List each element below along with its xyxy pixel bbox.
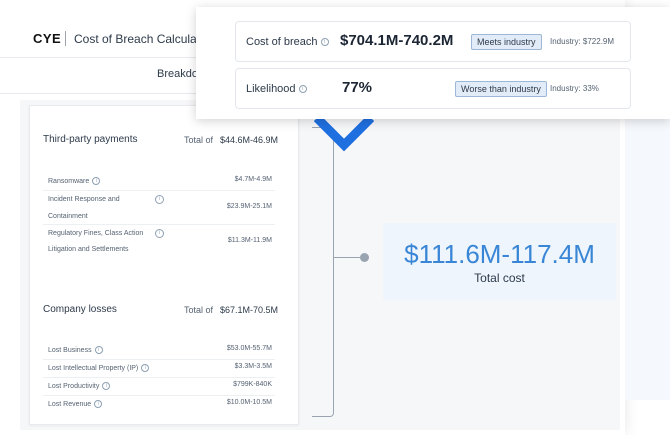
likelihood-card: Likelihood i 77% Worse than industry Indu… — [235, 68, 631, 109]
summary-card: Cost of breach i $704.1M-740.2M Meets ind… — [196, 7, 670, 119]
industry-benchmark: Industry: 33% — [550, 84, 599, 93]
company-losses-title: Company losses — [43, 304, 117, 315]
cost-of-breach-value: $704.1M-740.2M — [340, 32, 454, 49]
row-label: Lost Intellectual Property (IP) i — [48, 363, 150, 374]
list-item: Lost Productivity i $799K-840K — [43, 378, 275, 396]
row-label: Incident Response and — [48, 196, 120, 203]
row-value: $53.0M-55.7M — [226, 345, 272, 352]
row-label: Ransomware i — [48, 176, 101, 187]
connector-bracket — [312, 127, 334, 417]
info-icon[interactable]: i — [155, 195, 164, 204]
total-cost-value: $111.6M-117.4M — [404, 239, 595, 269]
list-item: Lost Revenue i $10.0M-10.5M — [43, 396, 275, 414]
status-badge: Worse than industry — [455, 81, 547, 97]
row-label: Lost Business i — [48, 345, 103, 356]
row-value: $3.3M-3.5M — [234, 363, 272, 370]
row-label-line2: Litigation and Settlements — [48, 246, 129, 253]
company-losses-total-label: Total of — [184, 305, 214, 315]
industry-benchmark: Industry: $722.9M — [550, 37, 615, 46]
info-icon[interactable]: i — [94, 346, 103, 355]
row-value: $10.0M-10.5M — [226, 399, 272, 406]
connector-dot — [360, 253, 369, 262]
row-label: Lost Productivity i — [48, 381, 111, 392]
company-losses-total: $67.1M-70.5M — [220, 305, 279, 315]
metric-label: Likelihood i — [246, 83, 307, 95]
row-label: Regulatory Fines, Class Action — [48, 230, 144, 237]
info-icon[interactable]: i — [102, 382, 111, 391]
side-panel — [625, 100, 670, 400]
info-icon[interactable]: i — [94, 400, 103, 409]
list-item: Regulatory Fines, Class Action Litigatio… — [43, 225, 275, 255]
third-party-total: $44.6M-46.9M — [220, 135, 279, 145]
third-party-title: Third-party payments — [43, 134, 138, 145]
info-icon[interactable]: i — [141, 364, 150, 373]
info-icon[interactable]: i — [298, 85, 307, 94]
list-item: Incident Response and Containment i $23.… — [43, 191, 275, 225]
row-value: $4.7M-4.9M — [234, 176, 272, 183]
list-item: Lost Intellectual Property (IP) i $3.3M-3… — [43, 360, 275, 378]
row-label: Lost Revenue i — [48, 399, 103, 410]
row-label-line2: Containment — [48, 213, 88, 220]
info-icon[interactable]: i — [92, 177, 101, 186]
cost-of-breach-card: Cost of breach i $704.1M-740.2M Meets ind… — [235, 21, 631, 62]
row-value: $799K-840K — [233, 381, 272, 388]
likelihood-value: 77% — [342, 79, 373, 96]
breakdown-sheet: Third-party payments Total of $44.6M-46.… — [29, 105, 299, 425]
info-icon[interactable]: i — [320, 38, 329, 47]
chevron-down-icon — [313, 114, 375, 152]
total-cost-label: Total cost — [474, 271, 525, 285]
metric-label: Cost of breach i — [246, 36, 329, 48]
row-value: $23.9M-25.1M — [226, 203, 272, 210]
total-cost-box: $111.6M-117.4M Total cost — [383, 223, 616, 300]
row-value: $11.3M-11.9M — [227, 237, 272, 244]
cye-logo[interactable]: CYE — [33, 31, 61, 46]
list-item: Lost Business i $53.0M-55.7M — [43, 342, 275, 360]
third-party-total-label: Total of — [184, 135, 214, 145]
header-divider — [65, 31, 66, 46]
status-badge: Meets industry — [471, 34, 542, 50]
page-title: Cost of Breach Calculator — [74, 32, 211, 46]
info-icon[interactable]: i — [155, 229, 164, 238]
list-item: Ransomware i $4.7M-4.9M — [43, 172, 275, 191]
